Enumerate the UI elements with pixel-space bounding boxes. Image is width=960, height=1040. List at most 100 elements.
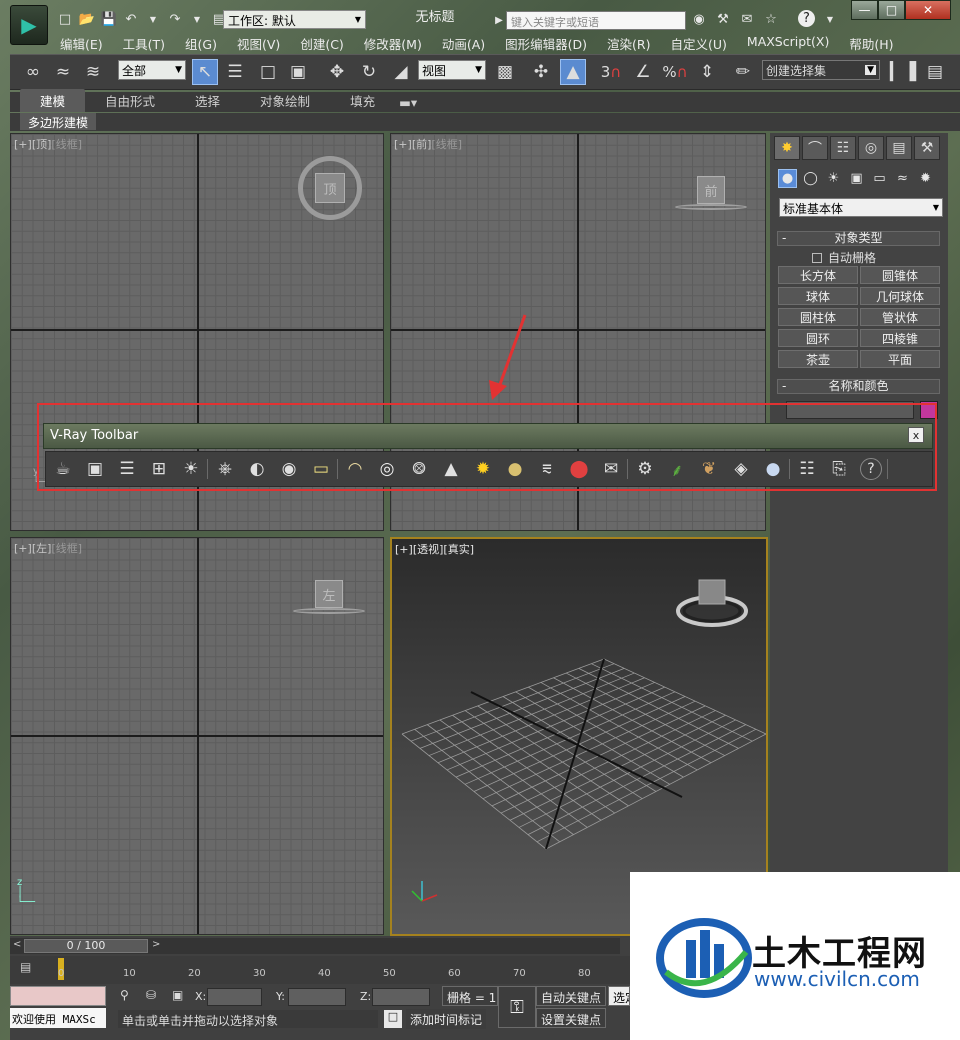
viewport-shading-label[interactable]: [线框]: [51, 138, 82, 151]
create-geosphere-button[interactable]: 几何球体: [860, 287, 940, 305]
ornatrix-icon[interactable]: ◈: [730, 458, 752, 480]
set-key-button[interactable]: 设置关键点: [536, 1008, 606, 1028]
helpers-icon[interactable]: ▭: [870, 169, 889, 188]
viewcube-icon[interactable]: 左: [315, 580, 343, 608]
unlink-icon[interactable]: ≈: [50, 59, 76, 85]
create-sphere-button[interactable]: 球体: [778, 287, 858, 305]
rotate-icon[interactable]: ↻: [356, 59, 382, 85]
shapes-icon[interactable]: ◯: [801, 169, 820, 188]
grass-icon[interactable]: ⸙: [666, 458, 688, 481]
select-object-icon[interactable]: ↖: [192, 59, 218, 85]
slider-left-arrow-icon[interactable]: <: [13, 939, 21, 950]
help-icon[interactable]: ?: [798, 10, 815, 27]
vray-close-button[interactable]: x: [908, 427, 924, 443]
category-dropdown[interactable]: 标准基本体 ▼: [779, 198, 943, 217]
keyboard-shortcut-override-icon[interactable]: ▲: [560, 59, 586, 85]
search-input[interactable]: 键入关键字或短语: [506, 11, 686, 30]
vray-toolbar-titlebar[interactable]: V-Ray Toolbar x: [43, 423, 933, 449]
fog-icon[interactable]: ⚙: [634, 458, 656, 480]
maximize-button[interactable]: □: [878, 0, 905, 20]
save-file-icon[interactable]: 💾: [100, 10, 118, 28]
physical-camera-icon[interactable]: ◉: [278, 458, 300, 480]
viewport-menu-label[interactable]: [+]: [14, 138, 32, 151]
scale-icon[interactable]: ◢: [388, 59, 414, 85]
frame-buffer-icon[interactable]: ▣: [84, 458, 106, 480]
align-icon[interactable]: ▤: [922, 59, 948, 85]
menu-tools[interactable]: 工具(T): [113, 34, 175, 52]
sky-icon[interactable]: ●: [504, 458, 526, 480]
ribbon-options-icon[interactable]: ▬▾: [395, 93, 421, 112]
space-warps-icon[interactable]: ≈: [893, 169, 912, 188]
export-icon[interactable]: ⎘: [828, 458, 850, 480]
new-file-icon[interactable]: □: [56, 10, 74, 28]
bind-space-warp-icon[interactable]: ≋: [80, 59, 106, 85]
key-icon[interactable]: ⚿: [498, 986, 536, 1028]
mirror-icon[interactable]: ▎▐: [890, 59, 916, 85]
maxscript-listener-mini[interactable]: [10, 986, 106, 1006]
binoculars-icon[interactable]: ◉: [690, 10, 708, 28]
menu-rendering[interactable]: 渲染(R): [597, 34, 660, 52]
slider-right-arrow-icon[interactable]: >: [152, 939, 160, 950]
tab-object-paint[interactable]: 对象绘制: [240, 89, 330, 112]
create-cylinder-button[interactable]: 圆柱体: [778, 308, 858, 326]
viewport-left[interactable]: [+][左][线框] 左 z │ └──: [10, 537, 384, 935]
percent-snap-icon[interactable]: % ∩: [662, 59, 688, 85]
time-slider-thumb[interactable]: 0 / 100: [24, 939, 148, 953]
select-by-name-icon[interactable]: ☰: [222, 59, 248, 85]
reference-coord-dropdown[interactable]: 视图 ▼: [418, 60, 486, 80]
name-color-rollout-header[interactable]: - 名称和颜色: [777, 379, 940, 394]
angle-snap-icon[interactable]: ∠: [630, 59, 656, 85]
pivot-center-icon[interactable]: ▩: [492, 59, 518, 85]
fur-icon[interactable]: ⩳: [536, 458, 558, 480]
render-elements-icon[interactable]: ⊞: [148, 458, 170, 480]
hairfarm-icon[interactable]: ❦: [698, 458, 720, 480]
open-file-icon[interactable]: 📂: [78, 10, 96, 28]
viewport-view-label[interactable]: [顶]: [32, 138, 52, 151]
selection-lock-icon[interactable]: □: [384, 1010, 402, 1028]
render-settings-icon[interactable]: ☰: [116, 458, 138, 480]
menu-help[interactable]: 帮助(H): [839, 34, 903, 52]
menu-animation[interactable]: 动画(A): [432, 34, 495, 52]
viewcube-ring[interactable]: [293, 608, 365, 614]
workspace-dropdown[interactable]: 工作区: 默认 ▼: [223, 10, 366, 29]
polygon-modeling-button[interactable]: 多边形建模: [20, 113, 97, 130]
viewport-shading-label[interactable]: [线框]: [431, 138, 462, 151]
z-coordinate-input[interactable]: [372, 988, 430, 1006]
viewport-label[interactable]: [+][左][线框]: [14, 540, 82, 556]
isolate-icon[interactable]: ⚲: [120, 988, 129, 1002]
menu-modifiers[interactable]: 修改器(M): [354, 34, 432, 52]
redo-icon[interactable]: ↷: [166, 10, 184, 28]
communication-icon[interactable]: ✉: [738, 10, 756, 28]
mesh-light-icon[interactable]: ▲: [440, 458, 462, 480]
undo-icon[interactable]: ↶: [122, 10, 140, 28]
viewport-shading-label[interactable]: [线框]: [51, 542, 82, 555]
menu-views[interactable]: 视图(V): [227, 34, 290, 52]
display-tab-icon[interactable]: ▤: [886, 136, 912, 160]
camera-icon[interactable]: ⎈: [214, 458, 236, 480]
object-type-rollout-header[interactable]: - 对象类型: [777, 231, 940, 246]
lock-icon[interactable]: ⛁: [146, 988, 156, 1002]
proxy-icon[interactable]: ⬤: [568, 458, 590, 480]
viewport-label[interactable]: [+][前][线框]: [394, 136, 462, 152]
auto-key-button[interactable]: 自动关键点: [536, 986, 606, 1006]
snaps-toggle-icon[interactable]: 3 ∩: [598, 59, 624, 85]
viewport-menu-label[interactable]: [+]: [14, 542, 32, 555]
menu-edit[interactable]: 编辑(E): [50, 34, 113, 52]
key-filter-dropdown[interactable]: 选定: [608, 986, 630, 1006]
sphere-light-icon[interactable]: ◎: [376, 458, 398, 480]
track-bar[interactable]: ▤ 0 10 20 30 40 50 60 70 80: [10, 956, 630, 984]
sun-icon[interactable]: ✹: [472, 458, 494, 480]
tab-populate[interactable]: 填充: [330, 89, 395, 112]
y-coordinate-input[interactable]: [288, 988, 346, 1006]
modify-tab-icon[interactable]: ⌒: [802, 136, 828, 160]
viewport-menu-label[interactable]: [+]: [394, 138, 412, 151]
geometry-icon[interactable]: ●: [778, 169, 797, 188]
dome-light-icon[interactable]: ◠: [344, 458, 366, 480]
help-icon[interactable]: ?: [860, 458, 882, 480]
selection-filter-dropdown[interactable]: 全部 ▼: [118, 60, 186, 80]
menu-customize[interactable]: 自定义(U): [661, 34, 737, 52]
viewport-view-label[interactable]: [左]: [32, 542, 52, 555]
named-selection-set-dropdown[interactable]: 创建选择集 ▼: [762, 60, 880, 80]
create-tab-icon[interactable]: ✸: [774, 136, 800, 160]
viewcube-icon[interactable]: 前: [697, 176, 725, 204]
